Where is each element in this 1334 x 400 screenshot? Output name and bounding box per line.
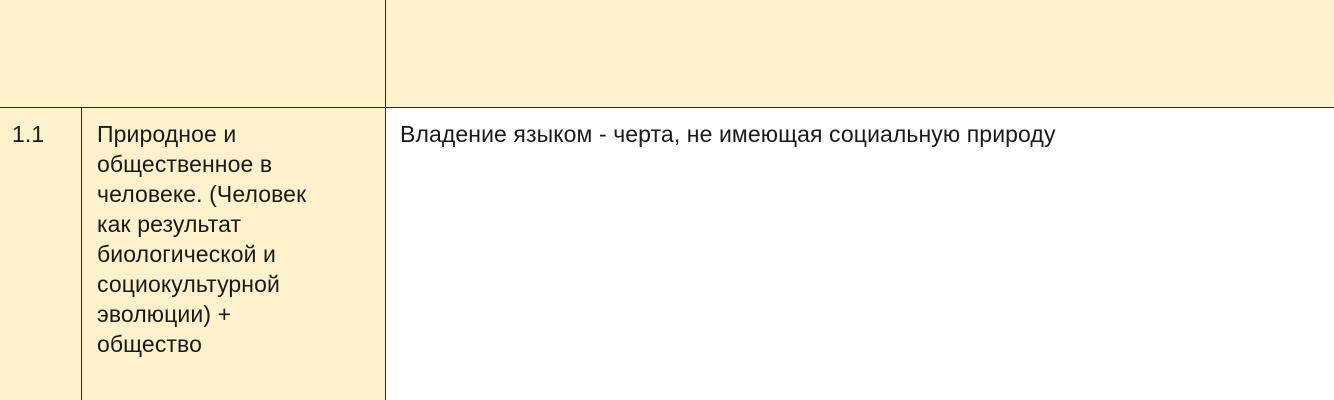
statement-cell[interactable]: Владение языком - черта, не имеющая соци… [385,107,1334,400]
topic-cell[interactable]: Природное и общественное в человеке. (Че… [81,107,386,400]
row-number-cell[interactable]: 1.1 [0,107,82,400]
table-header-row [0,0,1334,108]
table-row: 1.1 Природное и общественное в человеке.… [0,107,1334,400]
header-cell-right[interactable] [385,0,1334,108]
header-cell-left[interactable] [0,0,386,108]
statement-text: Владение языком - черта, не имеющая соци… [400,121,1056,147]
header-cell-left-text [0,0,385,10]
row-number: 1.1 [12,121,45,147]
topic-table: 1.1 Природное и общественное в человеке.… [0,0,1334,400]
topic-text: Природное и общественное в человеке. (Че… [97,121,307,357]
document-page: 1.1 Природное и общественное в человеке.… [0,0,1334,400]
header-cell-right-text [386,0,1334,10]
